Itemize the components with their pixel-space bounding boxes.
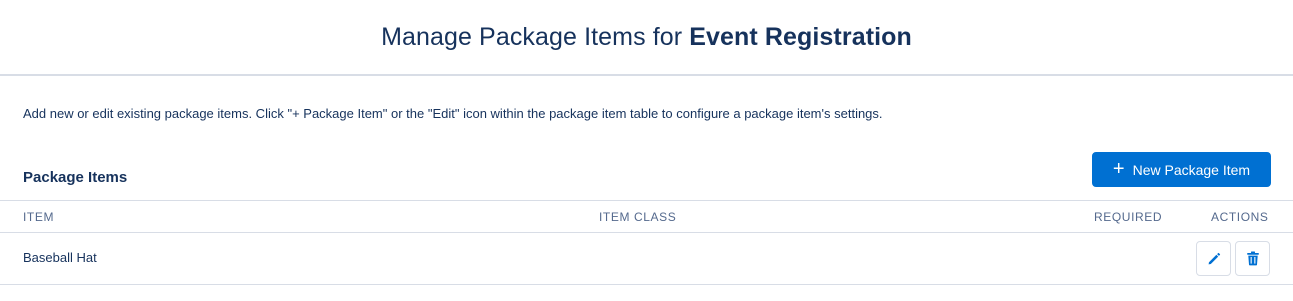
- plus-icon: +: [1112, 157, 1125, 180]
- package-items-table: ITEM ITEM CLASS REQUIRED ACTIONS Basebal…: [0, 200, 1293, 285]
- page-title-prefix: Manage Package Items for: [381, 22, 683, 51]
- delete-button[interactable]: [1235, 241, 1270, 276]
- page: Manage Package Items for Event Registrat…: [0, 0, 1293, 301]
- column-header-item[interactable]: ITEM: [23, 210, 54, 224]
- column-header-required[interactable]: REQUIRED: [1094, 210, 1162, 224]
- page-header: Manage Package Items for Event Registrat…: [0, 0, 1293, 76]
- column-header-item-class[interactable]: ITEM CLASS: [599, 210, 676, 224]
- trash-icon: [1246, 251, 1259, 266]
- item-name-cell: Baseball Hat: [23, 250, 97, 265]
- instructions-text: Add new or edit existing package items. …: [23, 106, 883, 121]
- section-title: Package Items: [23, 169, 128, 186]
- pencil-icon: [1208, 252, 1220, 264]
- edit-button[interactable]: [1196, 241, 1231, 276]
- column-header-actions: ACTIONS: [1211, 210, 1269, 224]
- page-title-event-name: Event Registration: [689, 22, 912, 51]
- table-row: Baseball Hat: [0, 233, 1293, 285]
- new-package-item-button[interactable]: + New Package Item: [1092, 152, 1271, 187]
- new-package-item-label: New Package Item: [1132, 161, 1251, 178]
- table-header: ITEM ITEM CLASS REQUIRED ACTIONS: [0, 200, 1293, 233]
